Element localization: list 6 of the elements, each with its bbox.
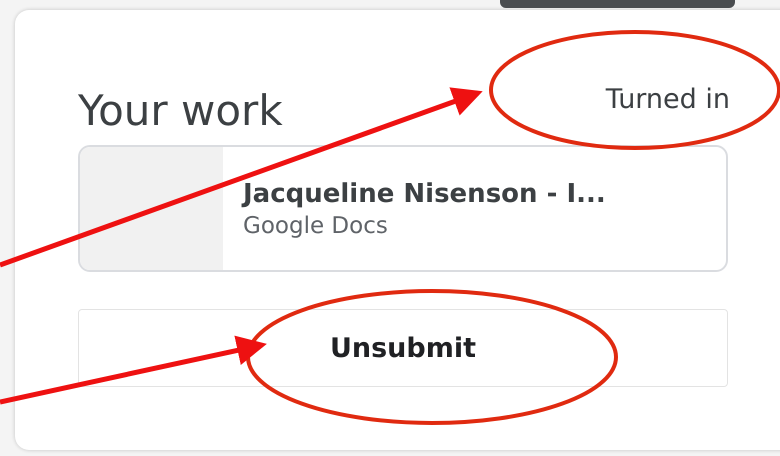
unsubmit-button[interactable]: Unsubmit xyxy=(78,309,728,387)
status-label: Turned in xyxy=(606,84,730,114)
attachment-card[interactable]: Jacqueline Nisenson - I... Google Docs xyxy=(78,145,728,272)
file-type: Google Docs xyxy=(243,212,389,238)
file-name: Jacqueline Nisenson - I... xyxy=(243,178,606,208)
card-title: Your work xyxy=(78,86,283,134)
